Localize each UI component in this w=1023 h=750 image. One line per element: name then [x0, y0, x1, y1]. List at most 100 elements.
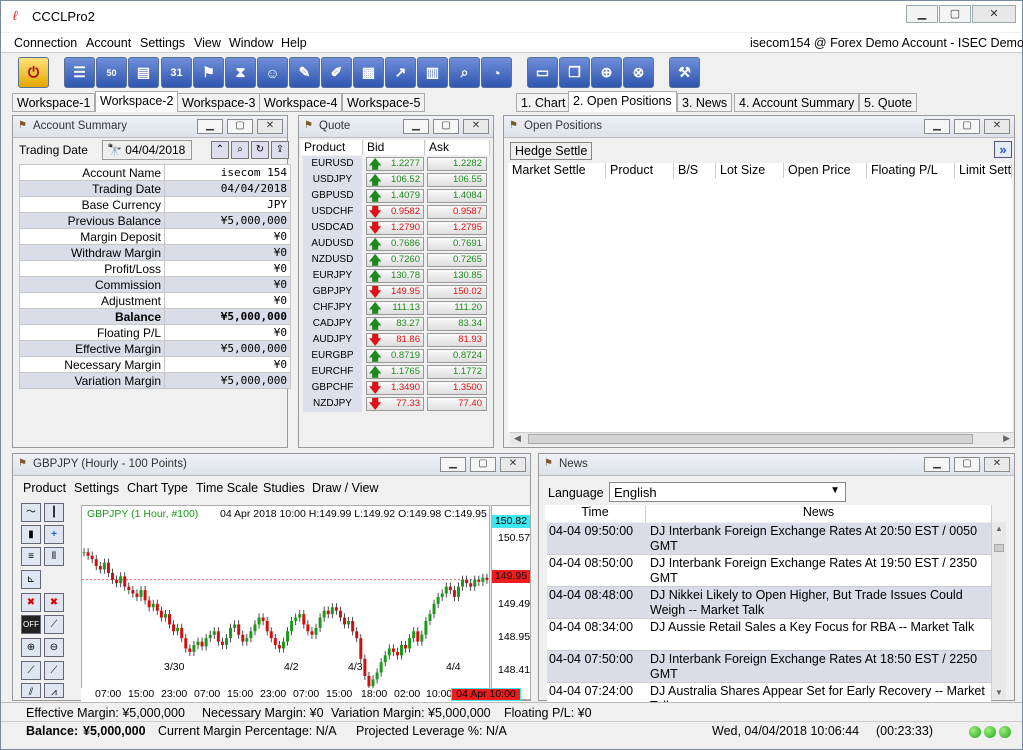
chart-plot-area[interactable]: GBPJPY (1 Hour, #100) 04 Apr 2018 10:00 … — [81, 505, 490, 700]
panel-minimize-button[interactable]: ▁ — [924, 119, 950, 134]
menu-view[interactable]: View — [194, 36, 221, 50]
panel-close-button[interactable]: ✕ — [463, 119, 489, 134]
quote-ask-button[interactable]: 0.8724 — [427, 349, 487, 363]
draw-channel-icon[interactable]: ⫽ — [21, 683, 41, 698]
off-icon[interactable]: OFF — [21, 615, 41, 634]
tools-icon[interactable]: ⚒ — [669, 57, 700, 88]
panel-minimize-button[interactable]: ▁ — [924, 457, 950, 472]
quote-row[interactable]: CHFJPY 🡅 111.13 111.20 — [303, 300, 489, 316]
panel-close-button[interactable]: ✕ — [500, 457, 526, 472]
quote-ask-button[interactable]: 77.40 — [427, 397, 487, 411]
quote-header-bid[interactable]: Bid — [364, 140, 425, 155]
menu-settings[interactable]: Settings — [140, 36, 185, 50]
quote-bid-button[interactable]: 🡅 111.13 — [366, 301, 424, 315]
news-row[interactable]: 04-04 07:50:00 DJ Interbank Foreign Excha… — [547, 651, 991, 683]
tab-workspace-4[interactable]: Workspace-4 — [259, 93, 343, 112]
quote-bid-button[interactable]: 🡅 0.8719 — [366, 349, 424, 363]
chart-menu-studies[interactable]: Studies — [263, 481, 305, 495]
quote-ask-button[interactable]: 1.3500 — [427, 381, 487, 395]
col-market-settle[interactable]: Market Settle — [508, 163, 606, 178]
chart-icon[interactable]: ↗ — [385, 57, 416, 88]
vertical-scrollbar[interactable]: ▲ ▼ — [991, 522, 1006, 699]
quote-row[interactable]: EURUSD 🡅 1.2277 1.2282 — [303, 156, 489, 172]
horizontal-grid-icon[interactable]: ≡ — [21, 547, 41, 566]
quote-bid-button[interactable]: 🡇 0.9582 — [366, 205, 424, 219]
document-icon[interactable]: ▥ — [417, 57, 448, 88]
quote-ask-button[interactable]: 1.2795 — [427, 221, 487, 235]
signal-icon[interactable]: ◔ — [481, 57, 512, 88]
news-row[interactable]: 04-04 08:48:00 DJ Nikkei Likely to Open H… — [547, 587, 991, 619]
draw-fib-icon[interactable]: ⩘ — [44, 683, 64, 698]
menu-help[interactable]: Help — [281, 36, 307, 50]
draw-line-icon[interactable]: ⟋ — [21, 661, 41, 680]
panel-minimize-button[interactable]: ▁ — [403, 119, 429, 134]
quote-board-icon[interactable]: 50 — [96, 57, 127, 88]
quote-row[interactable]: EURCHF 🡅 1.1765 1.1772 — [303, 364, 489, 380]
panel-close-button[interactable]: ✕ — [984, 457, 1010, 472]
scroll-left-icon[interactable]: ◀ — [514, 433, 521, 444]
quote-bid-button[interactable]: 🡅 1.4079 — [366, 189, 424, 203]
connect-icon[interactable]: ⏻ — [18, 57, 49, 88]
scroll-thumb[interactable] — [994, 544, 1004, 552]
quote-row[interactable]: EURJPY 🡅 130.78 130.85 — [303, 268, 489, 284]
quote-row[interactable]: EURGBP 🡅 0.8719 0.8724 — [303, 348, 489, 364]
news-row[interactable]: 04-04 08:34:00 DJ Aussie Retail Sales a K… — [547, 619, 991, 651]
quote-row[interactable]: USDJPY 🡅 106.52 106.55 — [303, 172, 489, 188]
col-open-price[interactable]: Open Price — [784, 163, 867, 178]
quote-row[interactable]: GBPCHF 🡇 1.3490 1.3500 — [303, 380, 489, 396]
hourglass-icon[interactable]: ⧗ — [225, 57, 256, 88]
quote-ask-button[interactable]: 130.85 — [427, 269, 487, 283]
cascade-icon[interactable]: ❐ — [559, 57, 590, 88]
quote-ask-button[interactable]: 81.93 — [427, 333, 487, 347]
quote-ask-button[interactable]: 106.55 — [427, 173, 487, 187]
panel-maximize-button[interactable]: ▢ — [227, 119, 253, 134]
draw-ray-icon[interactable]: ⟋ — [44, 661, 64, 680]
scroll-thumb[interactable] — [528, 434, 973, 444]
quote-ask-button[interactable]: 0.9587 — [427, 205, 487, 219]
menu-connection[interactable]: Connection — [14, 36, 77, 50]
quote-bid-button[interactable]: 🡅 1.1765 — [366, 365, 424, 379]
axis-icon[interactable]: ⊾ — [21, 570, 41, 589]
window-add-icon[interactable]: ⊕ — [591, 57, 622, 88]
panel-minimize-button[interactable]: ▁ — [440, 457, 466, 472]
window-close-icon[interactable]: ⊗ — [623, 57, 654, 88]
grid-icon[interactable]: ▦ — [353, 57, 384, 88]
news-row[interactable]: 04-04 08:50:00 DJ Interbank Foreign Excha… — [547, 555, 991, 587]
horizontal-scrollbar[interactable]: ◀ ▶ — [510, 432, 1014, 445]
menu-account[interactable]: Account — [86, 36, 131, 50]
col-floating-pl[interactable]: Floating P/L — [867, 163, 955, 178]
col-limit-settle[interactable]: Limit Settle — [955, 163, 1012, 178]
zoom-icon[interactable]: ⌕ — [231, 141, 249, 159]
quote-row[interactable]: GBPUSD 🡅 1.4079 1.4084 — [303, 188, 489, 204]
calendar-icon[interactable]: 31 — [161, 57, 192, 88]
language-select[interactable]: English ▼ — [609, 482, 846, 502]
news-header-news[interactable]: News — [646, 505, 992, 522]
hedge-settle-button[interactable]: Hedge Settle — [510, 142, 593, 160]
minimize-button[interactable]: ▁ — [906, 5, 938, 23]
quote-row[interactable]: CADJPY 🡅 83.27 83.34 — [303, 316, 489, 332]
quote-bid-button[interactable]: 🡇 1.3490 — [366, 381, 424, 395]
chart-menu-product[interactable]: Product — [23, 481, 66, 495]
flag-icon[interactable]: ⚑ — [193, 57, 224, 88]
quote-bid-button[interactable]: 🡇 149.95 — [366, 285, 424, 299]
quote-bid-button[interactable]: 🡅 1.2277 — [366, 157, 424, 171]
tab-workspace-3[interactable]: Workspace-3 — [177, 93, 261, 112]
chart-menu-settings[interactable]: Settings — [74, 481, 119, 495]
crosshair-icon[interactable]: + — [44, 525, 64, 544]
tab-news[interactable]: 3. News — [677, 93, 733, 112]
candle-icon[interactable]: ▮ — [21, 525, 41, 544]
trading-date-button[interactable]: 🔭 04/04/2018 — [102, 140, 192, 160]
quote-bid-button[interactable]: 🡅 106.52 — [366, 173, 424, 187]
quote-bid-button[interactable]: 🡅 0.7686 — [366, 237, 424, 251]
expand-columns-icon[interactable]: » — [994, 141, 1012, 158]
tile-icon[interactable]: ▭ — [527, 57, 558, 88]
quote-row[interactable]: AUDJPY 🡇 81.86 81.93 — [303, 332, 489, 348]
news-header-time[interactable]: Time — [545, 505, 646, 522]
quote-ask-button[interactable]: 1.2282 — [427, 157, 487, 171]
panel-minimize-button[interactable]: ▁ — [197, 119, 223, 134]
quote-ask-button[interactable]: 0.7265 — [427, 253, 487, 267]
bar-chart-icon[interactable]: ┃ — [44, 503, 64, 522]
col-lot-size[interactable]: Lot Size — [716, 163, 784, 178]
quote-row[interactable]: NZDUSD 🡅 0.7260 0.7265 — [303, 252, 489, 268]
tab-quote[interactable]: 5. Quote — [859, 93, 917, 112]
